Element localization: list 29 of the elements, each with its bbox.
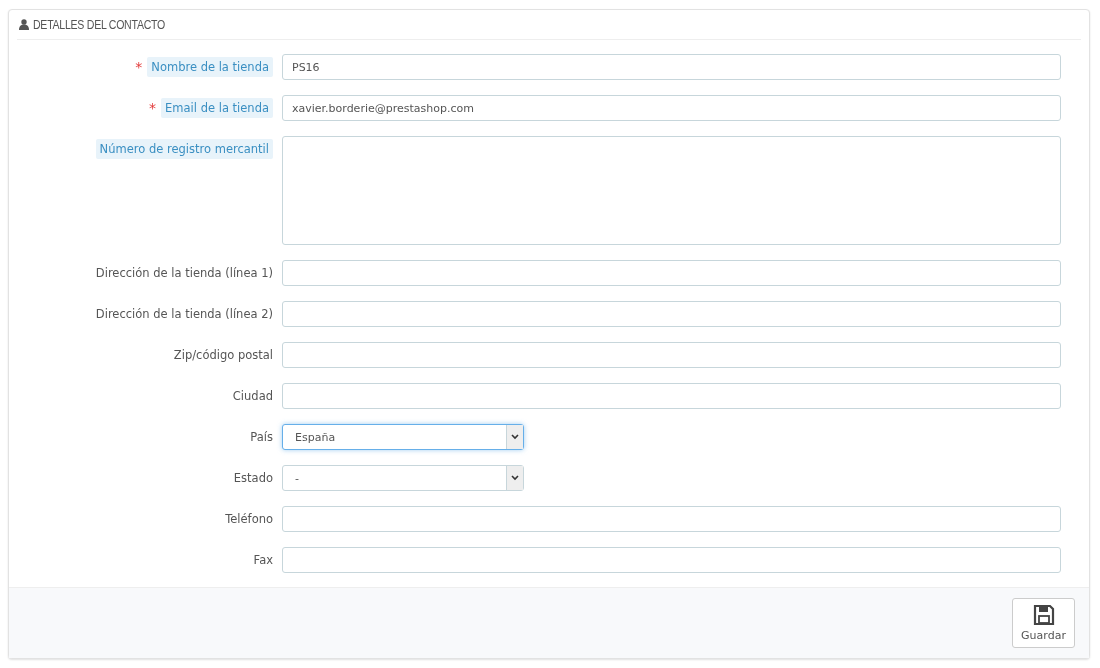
input-field[interactable]: PS16	[282, 54, 1061, 80]
text-area[interactable]	[282, 136, 1061, 245]
field-label: Teléfono	[225, 512, 273, 526]
field-label: Email de la tienda	[161, 98, 273, 118]
field-label: Fax	[253, 553, 273, 567]
dropdown-select[interactable]: -	[282, 465, 524, 491]
input-field[interactable]	[282, 383, 1061, 409]
field-label: País	[250, 430, 273, 444]
chevron-down-icon	[511, 434, 519, 440]
chevron-down-icon	[511, 475, 519, 481]
input-field[interactable]: xavier.borderie@prestashop.com	[282, 95, 1061, 121]
dropdown-select[interactable]: España	[282, 424, 524, 450]
input-field[interactable]	[282, 342, 1061, 368]
user-icon	[19, 19, 29, 30]
input-field[interactable]	[282, 301, 1061, 327]
required-mark: *	[135, 59, 143, 75]
panel-title: DETALLES DEL CONTACTO	[33, 17, 165, 32]
field-label: Zip/código postal	[173, 348, 273, 362]
input-field[interactable]	[282, 506, 1061, 532]
field-label: Dirección de la tienda (línea 1)	[95, 266, 273, 280]
input-field[interactable]	[282, 260, 1061, 286]
required-mark: *	[149, 100, 157, 116]
input-field[interactable]	[282, 547, 1061, 573]
field-label: Ciudad	[232, 389, 273, 403]
field-label: Número de registro mercantil	[95, 139, 273, 159]
field-label: Dirección de la tienda (línea 2)	[95, 307, 273, 321]
field-label: Estado	[233, 471, 273, 485]
save-button[interactable]: Guardar	[1012, 598, 1075, 648]
field-label: Nombre de la tienda	[147, 57, 273, 77]
